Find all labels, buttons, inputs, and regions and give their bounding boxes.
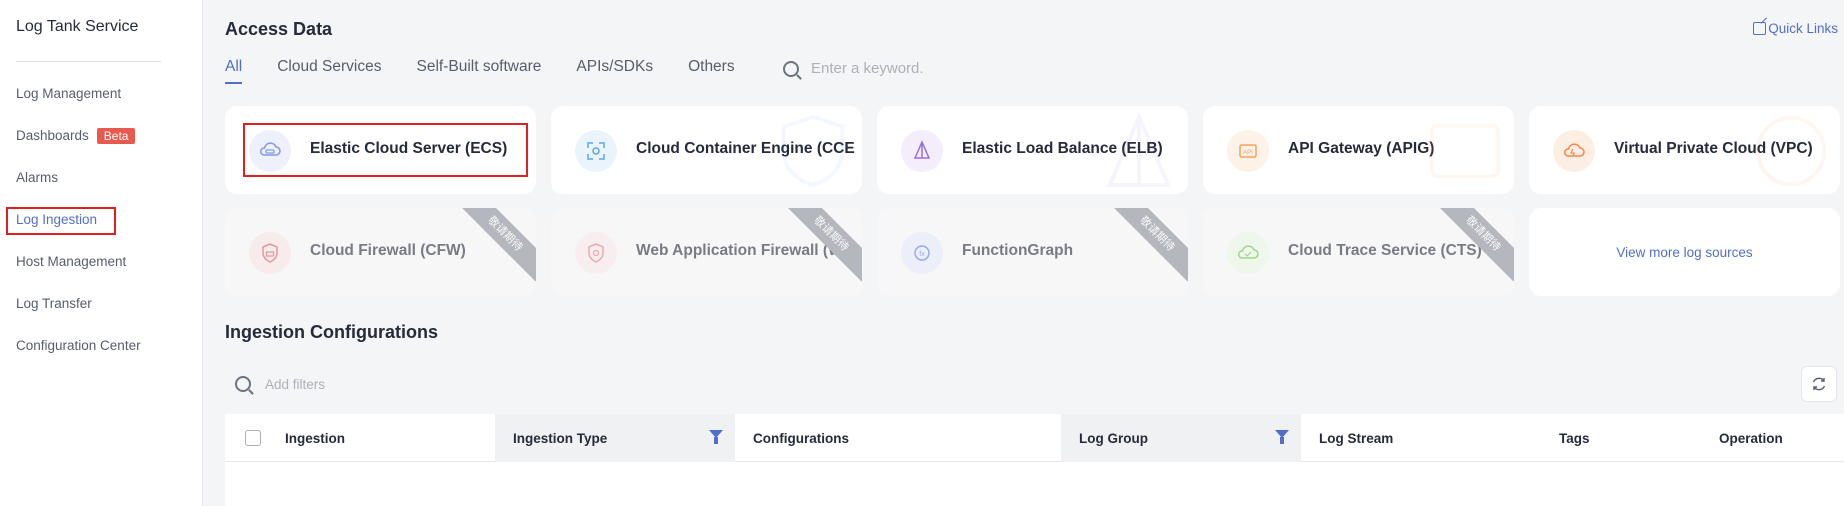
- refresh-button[interactable]: [1801, 366, 1837, 402]
- service-title: Log Tank Service: [16, 18, 139, 35]
- beta-badge: Beta: [96, 128, 136, 144]
- main-content: Access Data Quick Links All Cloud Servic…: [203, 0, 1844, 506]
- coming-soon-ribbon: 敬请期待: [457, 208, 536, 282]
- card-label: Web Application Firewall (W: [636, 242, 843, 259]
- sidebar-item-log-transfer[interactable]: Log Transfer: [16, 296, 92, 311]
- source-card-functiongraph[interactable]: fx FunctionGraph 敬请期待: [877, 208, 1188, 296]
- sidebar-item-label: Dashboards: [16, 128, 89, 143]
- tab-cloud-services[interactable]: Cloud Services: [277, 58, 381, 84]
- column-label: Log Group: [1079, 430, 1148, 446]
- sidebar-item-configuration-center[interactable]: Configuration Center: [16, 338, 141, 353]
- column-label: Log Stream: [1319, 430, 1394, 446]
- apig-icon: API: [1227, 130, 1269, 172]
- source-card-elb[interactable]: Elastic Load Balance (ELB): [877, 106, 1188, 194]
- column-label: Ingestion: [285, 430, 345, 446]
- view-more-link[interactable]: View more log sources: [1616, 245, 1752, 260]
- tab-all[interactable]: All: [225, 58, 243, 84]
- column-configurations: Configurations: [735, 414, 1061, 462]
- tab-self-built-software[interactable]: Self-Built software: [416, 58, 541, 84]
- balance-watermark-icon: [1106, 112, 1172, 188]
- view-more-card[interactable]: View more log sources: [1529, 208, 1840, 296]
- filter-input[interactable]: [265, 376, 565, 392]
- vpc-icon: [1553, 130, 1595, 172]
- cloud-watermark-icon: [1755, 115, 1827, 187]
- cts-icon: [1227, 232, 1269, 274]
- column-operation: Operation: [1701, 414, 1844, 462]
- source-card-vpc[interactable]: Virtual Private Cloud (VPC): [1529, 106, 1840, 194]
- search-icon: [783, 60, 799, 77]
- select-all-checkbox[interactable]: [245, 430, 261, 446]
- source-card-waf[interactable]: Web Application Firewall (W 敬请期待: [551, 208, 862, 296]
- card-label: Cloud Trace Service (CTS): [1288, 242, 1482, 259]
- filter-icon[interactable]: [1275, 430, 1289, 444]
- ecs-card-highlight: [243, 123, 528, 177]
- ingestion-table: Ingestion Ingestion Type Configurations …: [225, 414, 1844, 506]
- filter-bar: [225, 366, 1837, 402]
- svg-text:fx: fx: [919, 251, 925, 258]
- column-ingestion-type: Ingestion Type: [495, 414, 735, 462]
- elb-icon: [901, 130, 943, 172]
- column-label: Ingestion Type: [513, 430, 608, 446]
- source-tabs: All Cloud Services Self-Built software A…: [225, 58, 770, 84]
- column-tags: Tags: [1541, 414, 1701, 462]
- coming-soon-ribbon: 敬请期待: [1109, 208, 1188, 282]
- tab-others[interactable]: Others: [688, 58, 735, 84]
- waf-icon: [575, 232, 617, 274]
- edit-icon: [1753, 22, 1767, 35]
- source-card-cfw[interactable]: Cloud Firewall (CFW) 敬请期待: [225, 208, 536, 296]
- ingestion-configurations-title: Ingestion Configurations: [225, 322, 438, 342]
- card-label: FunctionGraph: [962, 242, 1074, 259]
- card-label: API Gateway (APIG): [1288, 140, 1435, 157]
- svg-text:API: API: [1243, 150, 1253, 156]
- card-label: Cloud Firewall (CFW): [310, 242, 466, 259]
- sidebar-divider: [16, 61, 161, 62]
- functiongraph-icon: fx: [901, 232, 943, 274]
- column-ingestion: Ingestion: [225, 414, 495, 462]
- cce-icon: [575, 130, 617, 172]
- sidebar-item-dashboards[interactable]: Dashboards Beta: [16, 128, 136, 144]
- api-watermark-icon: [1429, 123, 1501, 179]
- access-data-title: Access Data: [225, 19, 333, 39]
- column-log-group: Log Group: [1061, 414, 1301, 462]
- column-label: Operation: [1719, 430, 1783, 446]
- source-card-cce[interactable]: Cloud Container Engine (CCE: [551, 106, 862, 194]
- search-icon: [235, 376, 251, 392]
- source-card-cts[interactable]: Cloud Trace Service (CTS) 敬请期待: [1203, 208, 1514, 296]
- sidebar-item-log-management[interactable]: Log Management: [16, 86, 121, 101]
- keyword-search: [783, 60, 1011, 77]
- quick-links-link[interactable]: Quick Links: [1753, 21, 1838, 36]
- refresh-icon: [1812, 377, 1826, 391]
- cfw-icon: [249, 232, 291, 274]
- log-ingestion-highlight: [6, 207, 116, 235]
- column-label: Tags: [1559, 430, 1590, 446]
- tab-apis-sdks[interactable]: APIs/SDKs: [576, 58, 653, 84]
- column-log-stream: Log Stream: [1301, 414, 1541, 462]
- source-card-apig[interactable]: API API Gateway (APIG): [1203, 106, 1514, 194]
- sidebar-item-host-management[interactable]: Host Management: [16, 254, 126, 269]
- sidebar: Log Tank Service Log Management Dashboar…: [0, 0, 203, 506]
- filter-icon[interactable]: [709, 430, 723, 444]
- shield-watermark-icon: [781, 114, 845, 188]
- table-header: Ingestion Ingestion Type Configurations …: [225, 414, 1844, 462]
- quick-links-label: Quick Links: [1768, 21, 1838, 36]
- keyword-search-input[interactable]: [811, 60, 1011, 77]
- sidebar-item-alarms[interactable]: Alarms: [16, 170, 58, 185]
- column-label: Configurations: [753, 430, 849, 446]
